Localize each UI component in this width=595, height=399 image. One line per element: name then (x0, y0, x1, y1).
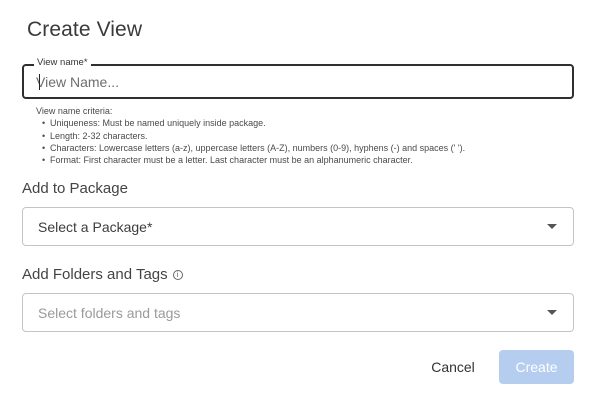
criteria-item: Length: 2-32 characters. (42, 130, 465, 143)
package-select[interactable]: Select a Package* (22, 207, 574, 246)
folders-tags-select[interactable]: Select folders and tags (22, 293, 574, 332)
dropdown-arrow-icon (547, 224, 557, 229)
dropdown-arrow-icon (547, 310, 557, 315)
criteria-item: Characters: Lowercase letters (a-z), upp… (42, 142, 465, 155)
text-caret (39, 74, 40, 90)
cancel-button[interactable]: Cancel (419, 351, 487, 383)
view-name-criteria: View name criteria: Uniqueness: Must be … (36, 105, 465, 167)
criteria-item: Uniqueness: Must be named uniquely insid… (42, 117, 465, 130)
criteria-list: Uniqueness: Must be named uniquely insid… (42, 117, 465, 166)
folders-tags-label-text: Add Folders and Tags (22, 266, 168, 283)
criteria-item: Format: First character must be a letter… (42, 154, 465, 167)
create-button[interactable]: Create (499, 350, 574, 384)
criteria-title: View name criteria: (36, 106, 113, 116)
package-section-label: Add to Package (22, 180, 128, 197)
view-name-field[interactable] (22, 64, 574, 99)
dialog-title: Create View (27, 18, 143, 41)
folders-tags-placeholder: Select folders and tags (38, 304, 181, 321)
view-name-input[interactable] (36, 66, 556, 97)
view-name-legend: View name* (34, 57, 91, 69)
folders-tags-section-label: Add Folders and Tags i (22, 266, 183, 283)
package-select-value: Select a Package* (38, 218, 153, 235)
info-icon[interactable]: i (172, 269, 183, 280)
